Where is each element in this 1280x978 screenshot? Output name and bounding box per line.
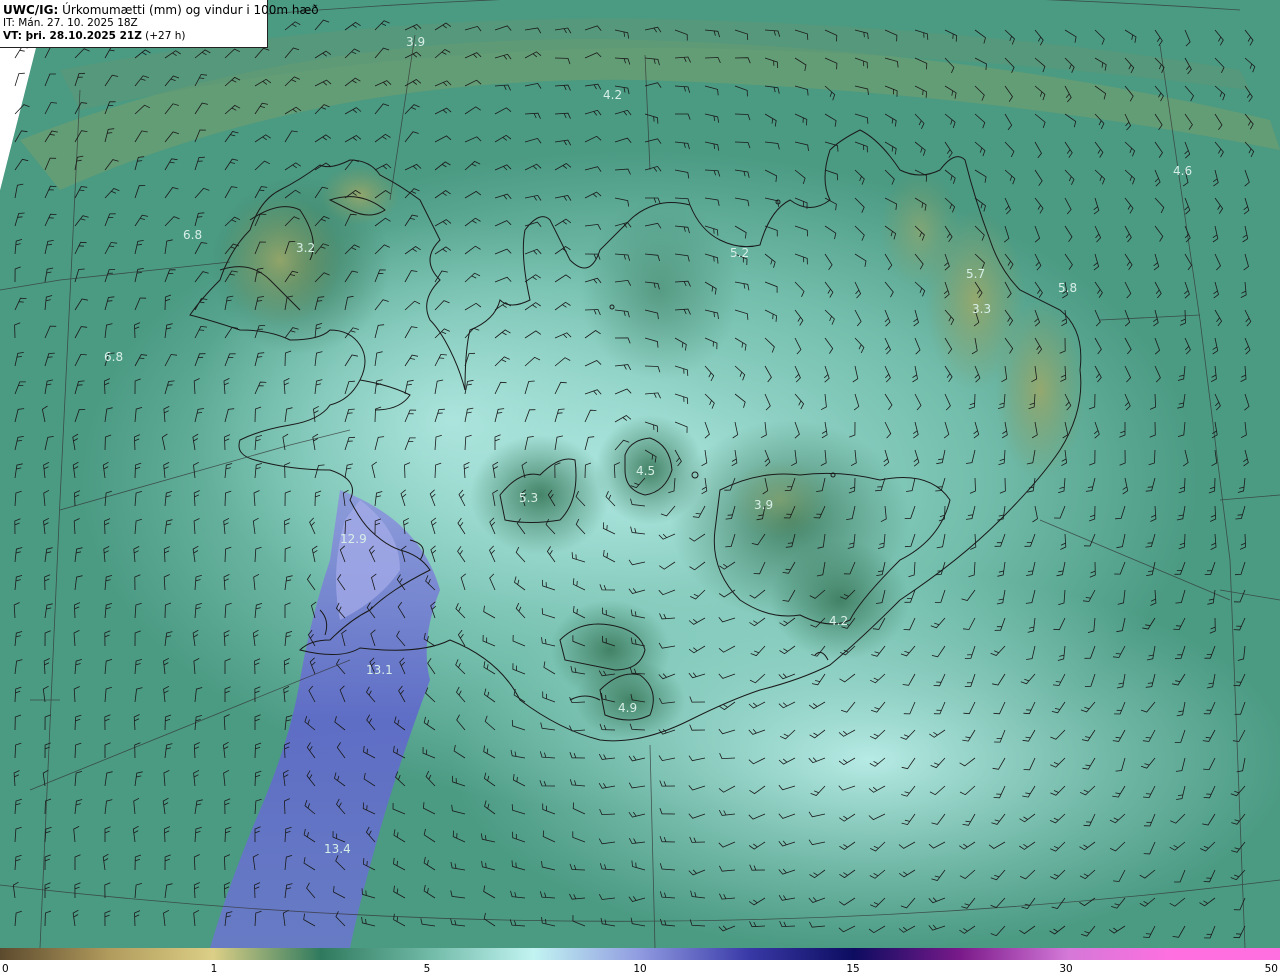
colorbar-tick: 15	[846, 963, 860, 975]
info-box: UWC/IG: Úrkomumætti (mm) og vindur i 100…	[0, 0, 319, 48]
value-label: 4.5	[636, 464, 655, 478]
value-label: 5.8	[1058, 281, 1077, 295]
colorbar-segment	[640, 948, 748, 960]
colorbar-segment	[1066, 948, 1175, 960]
colorbar-segment	[320, 948, 428, 960]
colorbar-tick: 50	[1264, 963, 1278, 975]
value-label: 3.9	[754, 498, 773, 512]
colorbar-segment	[1173, 948, 1280, 960]
colorbar-segment	[960, 948, 1068, 960]
value-label: 4.2	[829, 614, 848, 628]
colorbar-segment	[533, 948, 641, 960]
colorbar-segment	[426, 948, 535, 960]
colorbar-tick: 5	[423, 963, 431, 975]
value-label: 4.2	[603, 88, 622, 102]
colorbar-ticks: 0 1 5 10 15 30 50	[0, 960, 1280, 978]
value-label: 3.9	[406, 35, 425, 49]
value-label: 5.7	[966, 267, 985, 281]
value-label: 4.6	[1173, 164, 1192, 178]
colorbar-tick: 1	[210, 963, 218, 975]
value-label: 5.2	[730, 246, 749, 260]
value-label: 4.9	[618, 701, 637, 715]
value-label: 6.8	[183, 228, 202, 242]
value-label: 3.3	[972, 302, 991, 316]
value-label: 13.1	[366, 663, 393, 677]
init-time: IT: Mán. 27. 10. 2025 18Z	[3, 17, 138, 29]
colorbar-segment	[213, 948, 321, 960]
colorbar-segment	[0, 948, 108, 960]
forecast-map: 3.9 4.2 4.6 6.8 3.2 5.2 5.7 5.8 3.3 6.8 …	[0, 0, 1280, 948]
colorbar-segment	[746, 948, 855, 960]
value-label: 13.4	[324, 842, 351, 856]
colorbar-tick: 0	[2, 963, 9, 975]
colorbar-tick: 30	[1059, 963, 1073, 975]
value-label: 5.3	[519, 491, 538, 505]
product-title: UWC/IG: Úrkomumætti (mm) og vindur i 100…	[3, 3, 319, 17]
valid-time: VT: þri. 28.10.2025 21Z (+27 h)	[3, 30, 186, 42]
colorbar	[0, 948, 1280, 960]
value-label: 12.9	[340, 532, 367, 546]
colorbar-segment	[853, 948, 961, 960]
value-label: 6.8	[104, 350, 123, 364]
value-label: 3.2	[296, 241, 315, 255]
colorbar-segment	[106, 948, 215, 960]
colorbar-tick: 10	[633, 963, 647, 975]
